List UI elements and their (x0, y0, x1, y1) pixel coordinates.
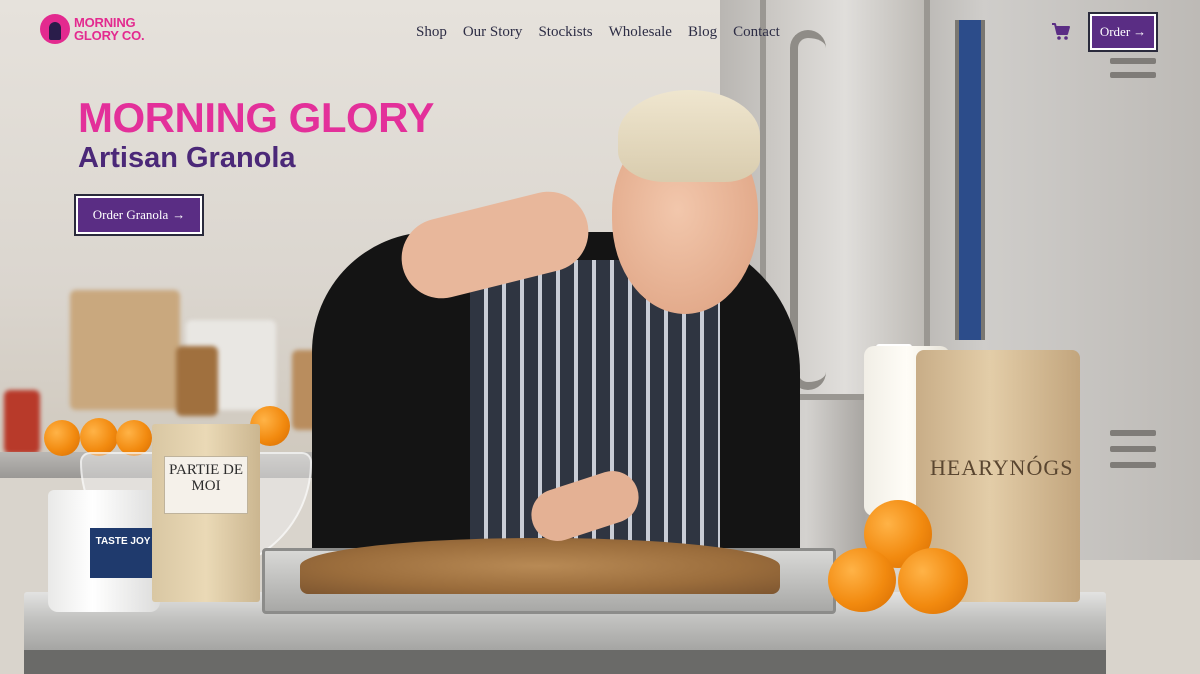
oven-panel (955, 20, 985, 340)
table-edge (24, 650, 1106, 674)
arrow-right-icon: → (172, 207, 186, 222)
nav-item-contact[interactable]: Contact (733, 24, 780, 41)
kraft-bag-label: HEARYNÓGS (930, 455, 1074, 480)
oven-vent (1110, 462, 1156, 468)
person-hair (618, 90, 760, 182)
order-granola-label: Order Granola (92, 207, 169, 222)
order-granola-button[interactable]: Order Granola → (74, 194, 204, 236)
bucket-label-text: TASTE JOY (95, 536, 151, 547)
brand-logo-icon (40, 14, 70, 44)
background-bottle (4, 390, 40, 454)
hero-title: MORNING GLORY (78, 94, 434, 141)
granola-pile (300, 538, 780, 594)
nav-item-shop[interactable]: Shop (416, 24, 447, 41)
background-jar (176, 346, 218, 416)
brand-logo[interactable]: MORNING GLORY CO. (40, 14, 145, 44)
partie-de-moi-text: PARTIE DE MOI (169, 462, 243, 494)
nav-item-our-story[interactable]: Our Story (463, 24, 523, 41)
orange (898, 548, 968, 614)
orange (828, 548, 896, 612)
oven-vent (1110, 446, 1156, 452)
background-orange (116, 420, 152, 456)
shopping-cart-icon[interactable] (1051, 22, 1071, 42)
brand-line-2: GLORY CO. (74, 28, 145, 43)
nav-item-blog[interactable]: Blog (688, 24, 717, 41)
main-nav: Shop Our Story Stockists Wholesale Blog … (416, 24, 780, 41)
hero-subtitle: Artisan Granola (78, 142, 296, 174)
background-bag (70, 290, 180, 410)
nav-item-stockists[interactable]: Stockists (538, 24, 592, 41)
arrow-right-icon: → (1133, 24, 1147, 39)
nav-item-wholesale[interactable]: Wholesale (609, 24, 672, 41)
order-button-label: Order (1099, 24, 1131, 39)
background-orange (44, 420, 80, 456)
oven-vent (1110, 72, 1156, 78)
order-button[interactable]: Order → (1088, 12, 1158, 52)
background-orange (80, 418, 118, 456)
brand-logo-text: MORNING GLORY CO. (74, 16, 145, 43)
oven-vent (1110, 58, 1156, 64)
oven-vent (1110, 430, 1156, 436)
